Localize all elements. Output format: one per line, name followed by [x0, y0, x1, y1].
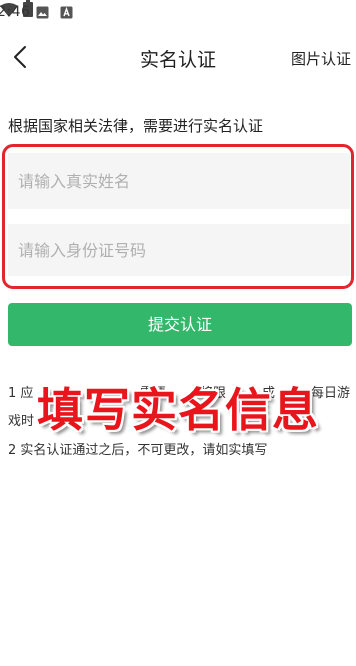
- status-time: 2:46: [0, 4, 31, 20]
- note-line-2: 2 实名认证通过之后，不可更改，请如实填写: [8, 443, 268, 458]
- submit-button[interactable]: 提交认证: [8, 303, 352, 346]
- overlay-caption: 填写实名信息: [37, 383, 319, 437]
- highlight-frame: [2, 144, 354, 289]
- app-header: 实名认证 图片认证: [0, 36, 356, 78]
- image-icon: [36, 6, 49, 19]
- a-notification-icon: [60, 6, 73, 19]
- status-bar: 2:46: [0, 0, 356, 26]
- intro-text: 根据国家相关法律，需要进行实名认证: [8, 117, 264, 135]
- image-verify-link[interactable]: 图片认证: [291, 48, 351, 69]
